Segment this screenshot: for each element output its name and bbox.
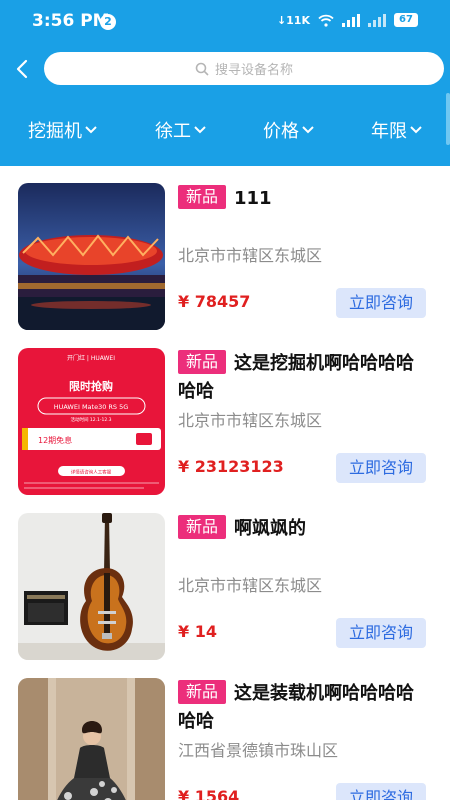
- list-item[interactable]: 新品 啊飒飒的 北京市市辖区东城区 ¥ 14 立即咨询: [0, 496, 450, 661]
- product-address: 北京市市辖区东城区: [178, 576, 323, 595]
- chevron-down-icon: [302, 126, 314, 134]
- list-item[interactable]: 开门红 | HUAWEI 限时抢购 HUAWEI Mate30 RS 5G 活动…: [0, 331, 450, 496]
- promo-button: 详情请咨询人工客服: [71, 469, 112, 476]
- consult-button[interactable]: 立即咨询: [336, 453, 426, 483]
- filter-bar: 挖掘机 徐工 价格 年限: [0, 112, 450, 148]
- chevron-down-icon: [85, 126, 97, 134]
- list-item[interactable]: 新品 111 北京市市辖区东城区 ¥ 78457 立即咨询: [0, 166, 450, 331]
- network-speed: ↓11K: [276, 13, 310, 27]
- filter-brand[interactable]: 徐工: [155, 112, 207, 148]
- product-price: ¥ 1564: [178, 787, 240, 800]
- consult-button[interactable]: 立即咨询: [336, 783, 426, 800]
- filter-category-label: 挖掘机: [28, 121, 82, 142]
- product-address: 北京市市辖区东城区: [178, 411, 323, 430]
- product-price: ¥ 78457: [178, 292, 251, 311]
- signal-icon: [342, 13, 360, 27]
- product-image: [18, 678, 165, 800]
- filter-years-label: 年限: [371, 121, 407, 142]
- status-time: 3:56 PM: [32, 11, 110, 31]
- promo-product: HUAWEI Mate30 RS 5G: [54, 403, 129, 411]
- product-title: 啊飒飒的: [234, 518, 306, 539]
- search-input[interactable]: 搜寻设备名称: [44, 52, 444, 85]
- consult-button[interactable]: 立即咨询: [336, 288, 426, 318]
- promo-offer: 12期免息: [38, 435, 72, 445]
- search-icon: [195, 62, 209, 76]
- status-bar: 3:56 PM 2 ↓11K 67: [0, 0, 450, 44]
- product-title: 这是装载机啊哈哈哈哈哈哈: [178, 683, 414, 732]
- chevron-down-icon: [194, 126, 206, 134]
- product-title: 这是挖掘机啊哈哈哈哈哈哈: [178, 353, 414, 402]
- consult-button[interactable]: 立即咨询: [336, 618, 426, 648]
- back-button[interactable]: [8, 54, 38, 84]
- filter-brand-label: 徐工: [155, 121, 191, 142]
- filter-category[interactable]: 挖掘机: [28, 112, 98, 148]
- signal-icon-2: [368, 13, 386, 27]
- chevron-left-icon: [16, 59, 28, 79]
- promo-headline: 限时抢购: [69, 379, 113, 393]
- product-image: [18, 513, 165, 660]
- wifi-icon: [318, 14, 334, 27]
- notification-badge: 2: [100, 14, 116, 30]
- filter-price-label: 价格: [263, 121, 299, 142]
- top-header: 3:56 PM 2 ↓11K 67 搜寻设备名称 挖掘机 徐工 价格 年限: [0, 0, 450, 166]
- product-list: 新品 111 北京市市辖区东城区 ¥ 78457 立即咨询 开门红 | HUAW…: [0, 166, 450, 800]
- filter-years[interactable]: 年限: [371, 112, 423, 148]
- filter-price[interactable]: 价格: [263, 112, 315, 148]
- promo-brand: 开门红 | HUAWEI: [67, 354, 115, 362]
- search-placeholder: 搜寻设备名称: [214, 63, 293, 78]
- product-title: 111: [234, 188, 272, 209]
- product-address: 江西省景德镇市珠山区: [178, 741, 339, 760]
- promo-date: 活动时间 12.1-12.3: [70, 416, 111, 423]
- status-icons: ↓11K 67: [277, 13, 418, 27]
- list-item[interactable]: 新品 这是装载机啊哈哈哈哈哈哈 江西省景德镇市珠山区 ¥ 1564 立即咨询: [0, 661, 450, 800]
- product-image: 开门红 | HUAWEI 限时抢购 HUAWEI Mate30 RS 5G 活动…: [18, 348, 165, 495]
- chevron-down-icon: [410, 126, 422, 134]
- product-image: [18, 183, 165, 330]
- product-price: ¥ 23123123: [178, 457, 284, 476]
- scroll-indicator: [446, 93, 450, 145]
- product-address: 北京市市辖区东城区: [178, 246, 323, 265]
- product-price: ¥ 14: [178, 622, 217, 641]
- battery-icon: 67: [394, 13, 418, 27]
